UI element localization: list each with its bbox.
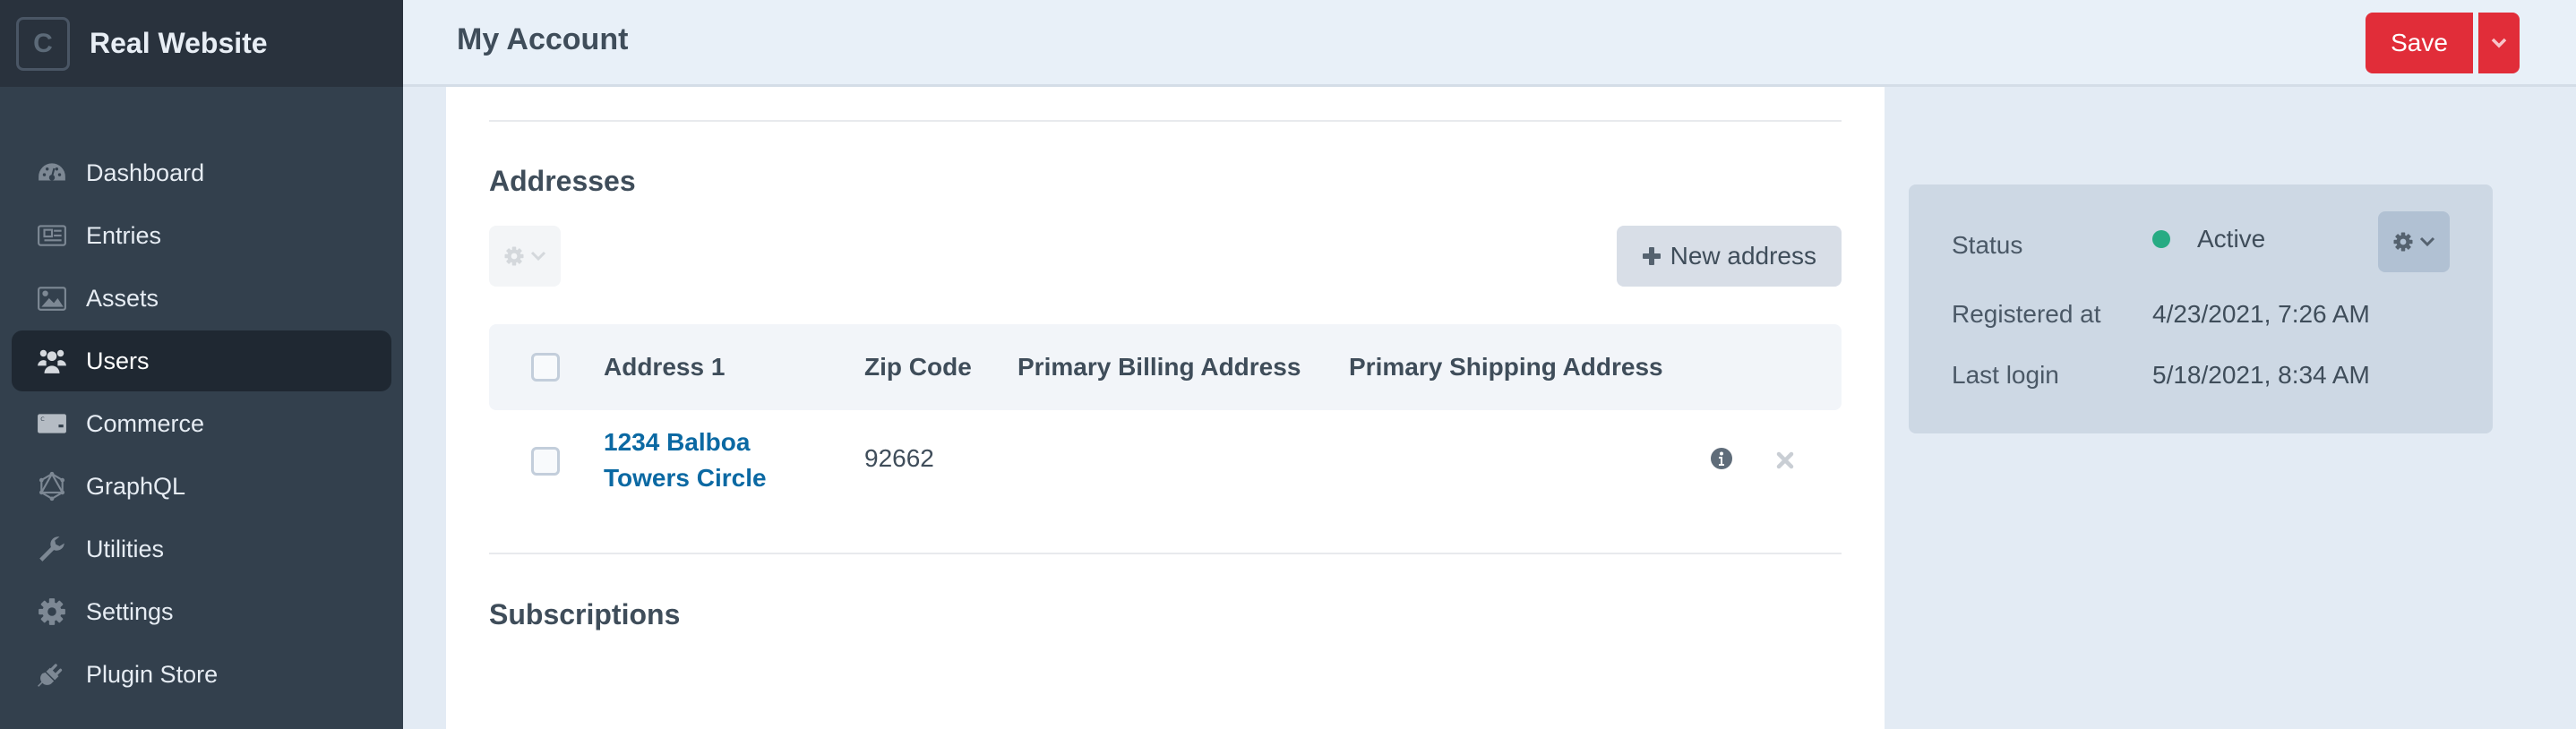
user-meta-panel: Status Active Registered at 4/23/2021, 7… (1909, 184, 2493, 433)
sidebar-item-utilities[interactable]: Utilities (12, 519, 391, 579)
plug-icon (36, 658, 68, 690)
gauge-icon (36, 157, 68, 189)
site-logo[interactable]: C (16, 16, 70, 71)
status-label: Status (1952, 231, 2023, 259)
credit-card-icon: C (36, 407, 68, 440)
last-login-value: 5/18/2021, 8:34 AM (2152, 361, 2370, 389)
addresses-title: Addresses (489, 165, 636, 197)
column-header-primary-billing[interactable]: Primary Billing Address (1018, 353, 1301, 382)
address-line-1: 1234 Balboa (604, 428, 751, 456)
sidebar-item-assets[interactable]: Assets (12, 268, 391, 329)
sidebar-item-commerce[interactable]: C Commerce (12, 393, 391, 454)
sidebar-item-graphql[interactable]: GraphQL (12, 456, 391, 517)
newspaper-icon (36, 219, 68, 252)
address-link[interactable]: 1234 Balboa Towers Circle (604, 425, 767, 496)
gear-icon (504, 246, 524, 266)
column-header-zip[interactable]: Zip Code (864, 353, 972, 382)
main-content: Addresses New address Address 1 Zip Code… (446, 87, 1885, 729)
sidebar-item-label: Settings (86, 597, 174, 625)
chevron-down-icon (530, 251, 546, 262)
row-checkbox[interactable] (531, 447, 560, 476)
sidebar-item-label: Dashboard (86, 159, 205, 186)
svg-text:C: C (40, 416, 45, 423)
new-address-button[interactable]: New address (1616, 226, 1842, 287)
new-address-label: New address (1670, 242, 1816, 270)
sidebar-item-settings[interactable]: Settings (12, 581, 391, 642)
site-name[interactable]: Real Website (90, 27, 268, 60)
subscriptions-title: Subscriptions (489, 598, 681, 630)
section-divider (489, 120, 1842, 122)
sidebar-nav: Dashboard Entries Assets Users C Commerc… (0, 87, 403, 705)
addresses-table: Address 1 Zip Code Primary Billing Addre… (489, 324, 1842, 553)
sidebar-header: C Real Website (0, 0, 403, 87)
address-line-2: Towers Circle (604, 464, 767, 492)
sidebar-item-dashboard[interactable]: Dashboard (12, 142, 391, 203)
status-value: Active (2197, 225, 2266, 253)
plus-icon (1642, 247, 1661, 265)
user-actions-menu[interactable] (2378, 211, 2450, 272)
page-header: My Account Save (403, 0, 2576, 87)
registered-value: 4/23/2021, 7:26 AM (2152, 300, 2370, 328)
sidebar-item-label: GraphQL (86, 472, 186, 500)
column-header-address1[interactable]: Address 1 (604, 353, 725, 382)
sidebar-item-label: Commerce (86, 409, 205, 437)
wrench-icon (36, 533, 68, 565)
select-all-checkbox[interactable] (531, 353, 560, 382)
chevron-down-icon (2419, 236, 2435, 247)
logo-letter: C (33, 28, 53, 58)
sidebar-item-label: Entries (86, 221, 162, 249)
sidebar-item-label: Users (86, 347, 150, 374)
save-button-group: Save (2366, 13, 2520, 73)
sidebar-item-users[interactable]: Users (12, 330, 391, 391)
last-login-label: Last login (1952, 361, 2059, 389)
column-header-primary-shipping[interactable]: Primary Shipping Address (1349, 353, 1663, 382)
page-title: My Account (457, 22, 629, 56)
sidebar-item-label: Utilities (86, 535, 165, 562)
info-icon[interactable] (1710, 447, 1733, 476)
gear-icon (36, 596, 68, 628)
zip-code-cell: 92662 (864, 444, 934, 472)
gear-icon (2393, 232, 2413, 252)
delete-icon[interactable] (1775, 448, 1795, 476)
users-icon (36, 345, 68, 377)
sidebar-item-label: Plugin Store (86, 660, 219, 688)
table-row: 1234 Balboa Towers Circle 92662 (489, 410, 1842, 553)
save-options-button[interactable] (2478, 13, 2520, 73)
addresses-actions-menu[interactable] (489, 226, 561, 287)
save-button[interactable]: Save (2366, 13, 2473, 73)
sidebar-item-entries[interactable]: Entries (12, 205, 391, 266)
sidebar-item-label: Assets (86, 284, 159, 312)
status-indicator (2152, 230, 2170, 248)
sidebar: C Real Website Dashboard Entries Assets (0, 0, 403, 729)
image-icon (36, 282, 68, 314)
sidebar-item-plugin-store[interactable]: Plugin Store (12, 644, 391, 705)
section-divider (489, 553, 1842, 554)
table-header: Address 1 Zip Code Primary Billing Addre… (489, 324, 1842, 410)
graphql-icon (36, 470, 68, 502)
registered-label: Registered at (1952, 300, 2101, 328)
chevron-down-icon (2491, 38, 2507, 48)
